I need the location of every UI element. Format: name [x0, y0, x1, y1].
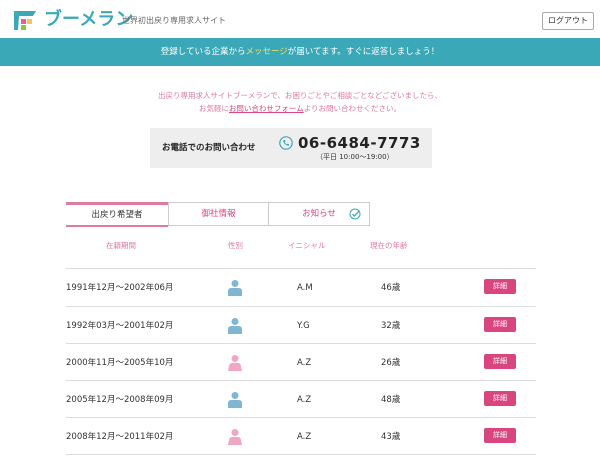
female-person-icon — [228, 355, 242, 371]
contact-intro-line2: お気軽にお問い合わせフォームよりお問い合わせください。 — [0, 103, 600, 114]
phone-icon — [279, 136, 293, 150]
detail-button[interactable]: 詳細 — [484, 354, 516, 369]
site-tagline: 世界初出戻り専用求人サイト — [122, 16, 226, 25]
phone-contact-box: お電話でのお問い合わせ 06-6484-7773 （平日 10:00～19:00… — [150, 128, 432, 168]
age-cell: 32歳 — [381, 321, 401, 331]
header-period: 在籍期間 — [106, 241, 136, 250]
age-cell: 46歳 — [381, 283, 401, 293]
contact-text-before: お気軽に — [198, 104, 229, 113]
detail-button[interactable]: 詳細 — [484, 279, 516, 294]
tab-returnees[interactable]: 出戻り希望者 — [66, 202, 168, 226]
active-tab-indicator — [66, 225, 168, 227]
table-row: 2000年11月～2005年10月 A.Z 26歳 詳細 — [66, 343, 536, 381]
age-cell: 43歳 — [381, 432, 401, 442]
tab-divider — [168, 225, 370, 226]
initials-cell: A.Z — [297, 395, 312, 405]
period-cell: 2000年11月～2005年10月 — [66, 358, 174, 368]
contact-form-link[interactable]: お問い合わせフォーム — [229, 104, 304, 113]
age-cell: 48歳 — [381, 395, 401, 405]
table-row: 1992年03月～2001年02月 Y.G 32歳 詳細 — [66, 306, 536, 344]
header-gender: 性別 — [228, 241, 243, 250]
female-person-icon — [228, 429, 242, 445]
table-row: 2005年12月～2008年09月 A.Z 48歳 詳細 — [66, 380, 536, 418]
period-cell: 2005年12月～2008年09月 — [66, 395, 174, 405]
table-row: 2008年12月～2011年02月 A.Z 43歳 詳細 — [66, 417, 536, 455]
site-header: ブーメラン 世界初出戻り専用求人サイト ログアウト — [0, 0, 600, 38]
table-header: 在籍期間 性別 イニシャル 現在の年齢 — [66, 240, 536, 254]
initials-cell: A.Z — [297, 358, 312, 368]
logout-button[interactable]: ログアウト — [542, 12, 594, 30]
header-initials: イニシャル — [288, 241, 326, 250]
contact-text-after: よりお問い合わせください。 — [303, 104, 402, 113]
logo-text[interactable]: ブーメラン — [44, 9, 133, 31]
initials-cell: Y.G — [297, 321, 310, 331]
notice-text-after: が届いてます。すぐに返答しましょう！ — [287, 47, 440, 57]
header-age: 現在の年齢 — [370, 241, 408, 250]
notice-message-link[interactable]: メッセージ — [245, 47, 287, 57]
male-person-icon — [228, 318, 242, 334]
check-circle-icon — [349, 208, 361, 220]
period-cell: 1991年12月～2002年06月 — [66, 283, 174, 293]
phone-hours: （平日 10:00～19:00） — [316, 153, 394, 161]
period-cell: 1992年03月～2001年02月 — [66, 321, 174, 331]
tab-bar: 出戻り希望者 御社情報 お知らせ — [66, 202, 370, 226]
age-cell: 26歳 — [381, 358, 401, 368]
phone-number[interactable]: 06-6484-7773 — [298, 133, 421, 153]
table-row-bottom-border — [66, 454, 536, 472]
tab-notices-label: お知らせ — [302, 209, 336, 219]
notice-text-before: 登録している企業から — [160, 47, 246, 57]
message-notice-bar[interactable]: 登録している企業からメッセージが届いてます。すぐに返答しましょう！ — [0, 38, 600, 66]
phone-label: お電話でのお問い合わせ — [162, 143, 256, 153]
initials-cell: A.M — [297, 283, 313, 293]
initials-cell: A.Z — [297, 432, 312, 442]
period-cell: 2008年12月～2011年02月 — [66, 432, 174, 442]
contact-intro-line1: 出戻り専用求人サイトブーメランで、お困りごとやご相談ごとなどございましたら、 — [158, 91, 442, 100]
detail-button[interactable]: 詳細 — [484, 391, 516, 406]
detail-button[interactable]: 詳細 — [484, 428, 516, 443]
tab-notices[interactable]: お知らせ — [268, 202, 370, 226]
male-person-icon — [228, 392, 242, 408]
boomerang-logo-icon[interactable] — [12, 9, 38, 31]
tab-company-info[interactable]: 御社情報 — [168, 202, 269, 226]
male-person-icon — [228, 280, 242, 296]
table-row: 1991年12月～2002年06月 A.M 46歳 詳細 — [66, 268, 536, 306]
detail-button[interactable]: 詳細 — [484, 317, 516, 332]
